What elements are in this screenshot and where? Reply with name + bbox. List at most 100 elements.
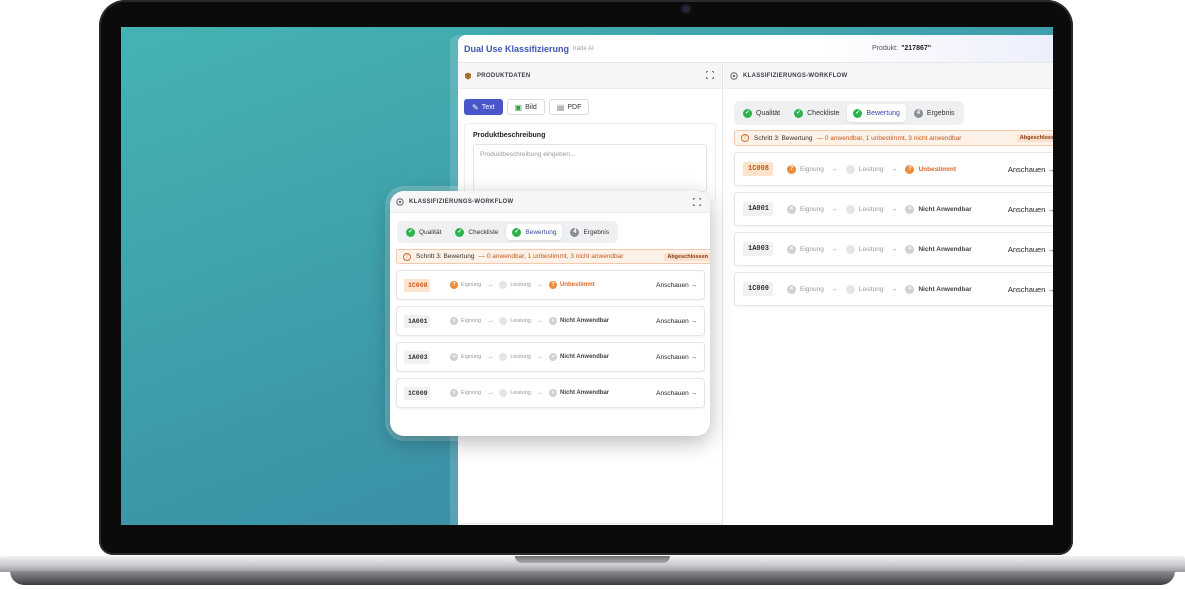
step-label: Leistung xyxy=(510,282,531,288)
workflow-icon xyxy=(730,71,738,80)
card-header: KLASSIFIZIERUNGS-WORKFLOW xyxy=(390,191,710,213)
camera-icon xyxy=(682,5,690,13)
description-input[interactable]: Produktbeschreibung eingeben... xyxy=(473,144,707,192)
check-icon: ✓ xyxy=(512,227,522,237)
step-label: Eignung xyxy=(461,390,482,396)
result-label: Nicht Anwendbar xyxy=(918,205,972,213)
classification-code: 1C009 xyxy=(743,282,773,296)
classification-code: 1C009 xyxy=(404,386,430,400)
tab-evaluation[interactable]: ✓ Bewertung xyxy=(847,104,906,122)
check-icon: ✓ xyxy=(406,227,415,237)
table-row[interactable]: 1C009 × Eignung → Leistung → × Nicht Anwendbar A… xyxy=(734,272,1053,306)
box-icon xyxy=(464,72,472,80)
view-link[interactable]: Anschauen → xyxy=(1008,245,1053,254)
step-leistung: Leistung xyxy=(499,353,531,361)
view-link[interactable]: Anschauen → xyxy=(656,318,697,325)
pdf-button-label: PDF xyxy=(567,103,582,111)
step-eignung: × Eignung xyxy=(450,317,481,325)
step-result: × Nicht Anwendbar xyxy=(548,317,609,325)
table-row[interactable]: 1A001 × Eignung → Leistung → × Nicht Anwendbar A… xyxy=(396,306,705,336)
status-dot-icon xyxy=(845,204,855,214)
warning-icon: ! xyxy=(741,134,749,142)
panel-header: PRODUKTDATEN xyxy=(458,63,722,89)
expand-icon[interactable] xyxy=(705,70,715,80)
tab-label: Qualität xyxy=(756,109,781,117)
app-title: Dual Use Klassifizierung xyxy=(464,43,570,54)
status-dot-icon xyxy=(499,281,508,289)
arrow-icon: → xyxy=(890,245,898,253)
status-dot-icon: ? xyxy=(450,281,458,289)
pdf-button[interactable]: ▤ PDF xyxy=(548,99,590,115)
status-dot-icon xyxy=(499,353,508,361)
tab-label: Checkliste xyxy=(468,228,499,236)
arrow-icon: → xyxy=(830,205,838,213)
step-label: Eignung xyxy=(461,354,482,360)
laptop-base xyxy=(0,556,1185,589)
step-label: Leistung xyxy=(858,245,884,253)
classification-code: 1A003 xyxy=(743,242,773,256)
status-step: Schritt 3: Bewertung xyxy=(754,134,813,142)
status-dot-icon: × xyxy=(787,204,796,214)
warning-icon: ! xyxy=(403,252,411,261)
image-icon: ▣ xyxy=(514,102,523,112)
input-type-buttons: ✎ Text ▣ Bild ▤ PDF xyxy=(458,89,722,121)
text-icon: ✎ xyxy=(472,102,479,112)
panel-title: PRODUKTDATEN xyxy=(477,72,531,79)
view-link[interactable]: Anschauen → xyxy=(1008,285,1053,294)
result-label: Nicht Anwendbar xyxy=(559,354,610,360)
result-dot-icon: ? xyxy=(905,164,915,174)
tab-label: Ergebnis xyxy=(583,228,610,236)
text-button[interactable]: ✎ Text xyxy=(464,99,503,115)
table-row[interactable]: 1C008? Eignung → Leistung →? Unbestimmt Anscha… xyxy=(396,270,705,300)
step-label: Eignung xyxy=(800,285,824,293)
view-link[interactable]: Anschauen → xyxy=(656,354,697,361)
result-dot-icon: × xyxy=(905,244,915,254)
check-icon: ✓ xyxy=(853,108,863,118)
tab-result[interactable]: 4 Ergebnis xyxy=(908,104,961,122)
view-link[interactable]: Anschauen → xyxy=(1008,205,1053,214)
view-link[interactable]: Anschauen → xyxy=(656,282,697,289)
tab-result[interactable]: 4 Ergebnis xyxy=(564,224,615,240)
status-dot-icon: × xyxy=(787,244,796,254)
arrow-icon: → xyxy=(487,282,494,288)
card-workflow-tabs: ✓ Qualität ✓ Checkliste ✓ Bewertung 4 Ergebn… xyxy=(397,221,619,243)
result-dot-icon: × xyxy=(548,317,557,325)
status-step: Schritt 3: Bewertung xyxy=(416,253,475,260)
step-label: Eignung xyxy=(800,245,824,253)
table-row[interactable]: 1C008? Eignung → Leistung →? Unbestimmt Anscha… xyxy=(734,152,1053,186)
tab-quality[interactable]: ✓ Qualität xyxy=(400,224,447,240)
status-dot-icon: × xyxy=(787,284,796,294)
panel-footer xyxy=(458,523,722,525)
tab-evaluation[interactable]: ✓ Bewertung xyxy=(506,224,563,240)
status-dot-icon: × xyxy=(450,317,458,325)
table-row[interactable]: 1A003 × Eignung → Leistung → × Nicht Anwendbar A… xyxy=(734,232,1053,266)
step-number-icon: 4 xyxy=(913,108,923,118)
result-dot-icon: × xyxy=(905,204,915,214)
table-row[interactable]: 1A001 × Eignung → Leistung → × Nicht Anwendbar A… xyxy=(734,192,1053,226)
arrow-icon: → xyxy=(536,390,543,396)
step-eignung: × Eignung xyxy=(787,244,824,254)
workflow-title: KLASSIFIZIERUNGS-WORKFLOW xyxy=(743,72,848,79)
tab-label: Checkliste xyxy=(807,109,840,117)
status-badge: Abgeschlossen xyxy=(664,252,710,261)
step-eignung: ? Eignung xyxy=(450,281,481,289)
view-link[interactable]: Anschauen → xyxy=(656,390,697,397)
arrow-icon: → xyxy=(487,318,494,324)
image-button[interactable]: ▣ Bild xyxy=(506,99,545,115)
table-row[interactable]: 1C009 × Eignung → Leistung → × Nicht Anwendbar A… xyxy=(396,378,705,408)
result-dot-icon: × xyxy=(548,389,557,397)
arrow-icon: → xyxy=(890,165,898,173)
classification-code: 1C008 xyxy=(404,278,430,292)
step-result: × Nicht Anwendbar xyxy=(905,244,972,254)
view-link[interactable]: Anschauen → xyxy=(1008,165,1053,174)
result-label: Nicht Anwendbar xyxy=(559,390,610,396)
result-dot-icon: × xyxy=(548,353,557,361)
step-label: Leistung xyxy=(858,205,884,213)
table-row[interactable]: 1A003 × Eignung → Leistung → × Nicht Anwendbar A… xyxy=(396,342,705,372)
tab-quality[interactable]: ✓ Qualität xyxy=(737,104,786,122)
tab-checklist[interactable]: ✓ Checkliste xyxy=(788,104,845,122)
status-badge: Abgeschloss xyxy=(1016,134,1053,142)
tab-checklist[interactable]: ✓ Checkliste xyxy=(449,224,504,240)
expand-icon[interactable] xyxy=(692,197,702,207)
status-detail: 0 anwendbar, 1 unbestimmt, 3 nicht anwen… xyxy=(486,253,624,260)
